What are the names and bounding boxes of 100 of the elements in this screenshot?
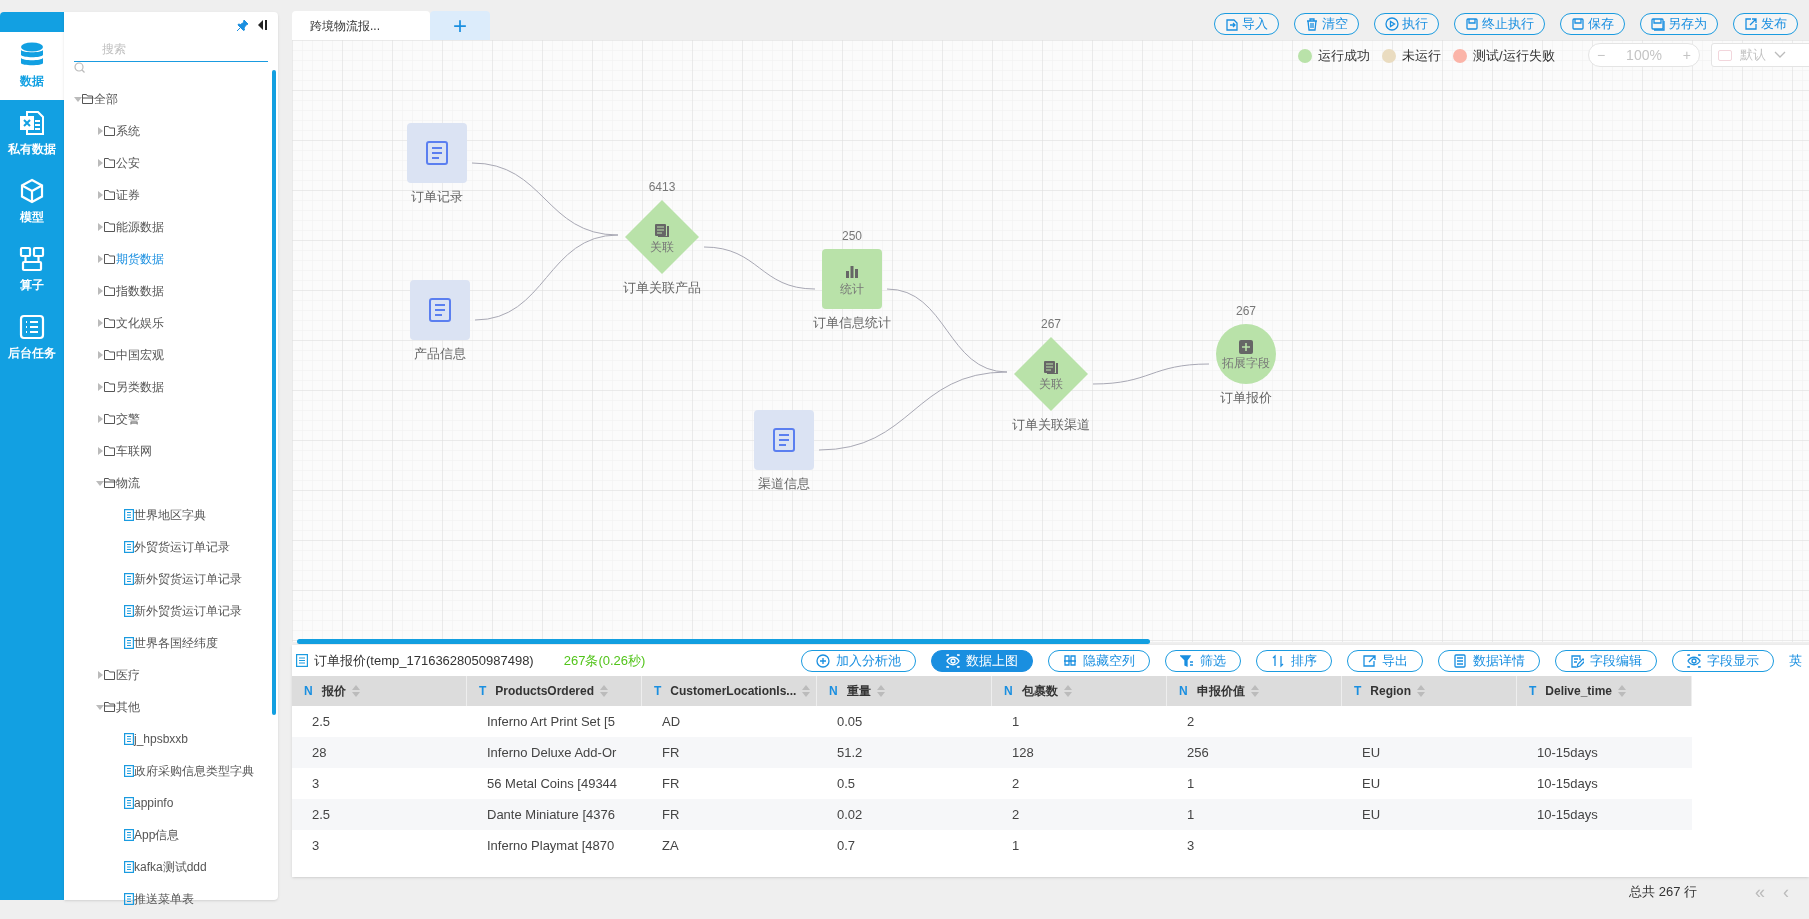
table-cell-text: 2.5 <box>311 712 332 731</box>
node-label: 订单记录 <box>411 188 463 206</box>
source-node[interactable] <box>754 410 814 470</box>
eye-scan-icon <box>946 653 960 668</box>
tree-item[interactable]: appinfo <box>64 786 278 819</box>
caret-down-icon <box>74 94 82 103</box>
tree-item[interactable]: 全部 <box>64 82 278 115</box>
legend-label: 运行成功 <box>1318 47 1370 65</box>
action-button[interactable]: 导出 <box>1347 649 1423 672</box>
file-icon <box>124 892 134 905</box>
export-icon <box>1362 653 1376 668</box>
tree-item[interactable]: 交警 <box>64 402 278 435</box>
table-cell-text: 3 <box>311 774 321 793</box>
file-icon <box>124 828 134 841</box>
file-icon <box>124 636 134 649</box>
caret-down-icon <box>96 478 104 487</box>
action-button[interactable]: 字段编辑 <box>1555 649 1657 672</box>
caret-right-icon <box>96 382 104 391</box>
tree-item[interactable]: 能源数据 <box>64 210 278 243</box>
sort-icon <box>1417 685 1425 697</box>
action-button[interactable]: 隐藏空列 <box>1048 649 1150 672</box>
search-field[interactable]: 搜索 <box>74 37 268 62</box>
table-cell-text: Inferno Art Print Set [5 <box>486 712 616 731</box>
tree-item[interactable]: 指数数据 <box>64 274 278 307</box>
folder-icon <box>104 125 116 136</box>
tree-item[interactable]: 车联网 <box>64 434 278 467</box>
tree-item[interactable]: 公安 <box>64 146 278 179</box>
caret-right-icon <box>96 222 104 231</box>
tree-item[interactable]: 世界各国经纬度 <box>64 626 278 659</box>
tree-item[interactable]: 外贸货运订单记录 <box>64 530 278 563</box>
folder-icon <box>104 157 116 168</box>
row-count: 267 <box>1236 303 1256 320</box>
legend-label: 未运行 <box>1402 47 1441 65</box>
table-cell-text: 3 <box>311 836 321 855</box>
tree-item[interactable]: 政府采购信息类型字典 <box>64 754 278 787</box>
action-button[interactable]: 加入分析池 <box>801 649 916 672</box>
documents-icon <box>1043 358 1059 375</box>
scrollbar[interactable] <box>272 70 276 715</box>
source-node[interactable] <box>410 280 470 340</box>
row-count: 6413 <box>648 179 676 196</box>
total-count: 总共 267 行 <box>1629 883 1697 902</box>
tree-item[interactable]: App信息 <box>64 818 278 851</box>
tree-item[interactable]: 世界地区字典 <box>64 498 278 531</box>
tree-item[interactable]: 医疗 <box>64 658 278 691</box>
tree-item[interactable]: 期货数据 <box>64 242 278 275</box>
sort-icon <box>600 685 609 697</box>
table-cell-text: AD <box>661 712 682 731</box>
legend-label: 测试/运行失败 <box>1473 47 1555 65</box>
folder-icon <box>104 445 116 456</box>
sort-icon <box>876 685 885 697</box>
table-cell-text: 10-15days <box>1536 805 1599 824</box>
documents-icon <box>654 221 670 238</box>
language-link[interactable]: 英 <box>1789 650 1805 671</box>
tree-item[interactable]: 系统 <box>64 114 278 147</box>
tree-item[interactable]: 中国宏观 <box>64 338 278 371</box>
tree-item[interactable]: 推送菜单表 <box>64 882 278 915</box>
table-cell-text: Dante Miniature [4376 <box>486 805 616 824</box>
caret-down-icon <box>96 702 104 711</box>
tree-item[interactable]: 物流 <box>64 466 278 499</box>
caret-right-icon <box>96 318 104 327</box>
folder-icon <box>104 189 116 200</box>
sort-icon <box>1618 685 1627 697</box>
flowchart-icon <box>19 246 45 272</box>
action-button[interactable]: 字段显示 <box>1672 649 1774 672</box>
tree-item[interactable]: 文化娱乐 <box>64 306 278 339</box>
table-cell-text: 0.5 <box>836 774 857 793</box>
table-cell-text: 0.02 <box>836 805 864 824</box>
action-button[interactable]: 数据详情 <box>1438 649 1540 672</box>
file-icon <box>124 860 134 873</box>
scrollbar[interactable] <box>297 639 1150 644</box>
table-cell-text: 128 <box>1011 743 1035 762</box>
tree-item[interactable]: 新外贸货运订单记录 <box>64 562 278 595</box>
tree-item[interactable]: j_hpsbxxb <box>64 722 278 755</box>
caret-right-icon <box>96 158 104 167</box>
folder-icon <box>82 93 94 104</box>
folder-icon <box>104 669 116 680</box>
database-icon <box>20 42 44 68</box>
tree-item[interactable]: 新外贸货运订单记录 <box>64 594 278 627</box>
tree-item[interactable]: 另类数据 <box>64 370 278 403</box>
file-icon <box>296 654 308 667</box>
table-cell-text: 0.7 <box>836 836 857 855</box>
row-count: 250 <box>842 228 862 245</box>
action-button[interactable]: 筛选 <box>1165 649 1241 672</box>
trash-icon <box>1305 17 1319 31</box>
pin-icon <box>236 18 249 32</box>
search-icon <box>74 61 85 73</box>
source-node[interactable] <box>407 123 467 183</box>
tree-item[interactable]: kafka测试ddd <box>64 850 278 883</box>
document-icon <box>772 427 796 453</box>
tree-item[interactable]: 其他 <box>64 690 278 723</box>
caret-right-icon <box>96 286 104 295</box>
table-cell-text: 1 <box>1011 836 1021 855</box>
sort-icon <box>351 685 360 697</box>
caret-right-icon <box>96 670 104 679</box>
table-cell-text: 51.2 <box>836 743 864 762</box>
table-cell-text: 2.5 <box>311 805 332 824</box>
action-button[interactable]: 排序 <box>1256 649 1332 672</box>
table-cell-text: ZA <box>661 836 680 855</box>
tree-item[interactable]: 证券 <box>64 178 278 211</box>
tab[interactable]: 跨境物流报... <box>292 11 430 40</box>
